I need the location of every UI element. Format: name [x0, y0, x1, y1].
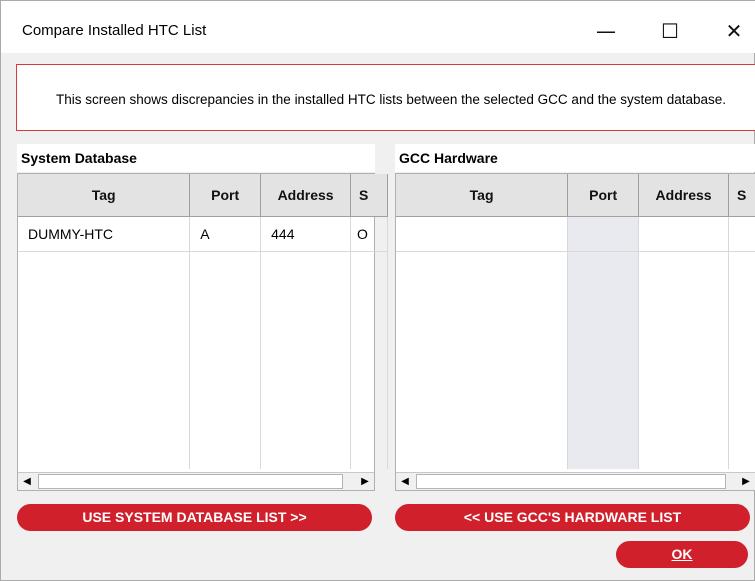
empty-area [396, 251, 755, 469]
table-row[interactable]: DUMMY-HTC A 444 O [18, 216, 388, 252]
cell-tag: DUMMY-HTC [18, 216, 191, 252]
maximize-icon[interactable]: ☐ [655, 17, 685, 45]
cell-address [638, 216, 730, 252]
scroll-left-icon[interactable]: ◀ [18, 473, 36, 490]
empty-area [18, 251, 388, 469]
info-banner: This screen shows discrepancies in the i… [16, 64, 755, 131]
cell-address: 444 [260, 216, 352, 252]
column-header-port[interactable]: Port [567, 174, 640, 217]
ok-button[interactable]: OK [616, 541, 748, 568]
scroll-right-icon[interactable]: ▶ [356, 473, 374, 490]
table-row[interactable] [396, 216, 755, 252]
cell-port [567, 216, 640, 252]
dialog-window: Compare Installed HTC List — ☐ ✕ This sc… [0, 0, 755, 581]
grid-header-row: Tag Port Address S [396, 174, 755, 217]
column-header-port[interactable]: Port [189, 174, 262, 217]
column-header-address[interactable]: Address [260, 174, 352, 217]
use-gcc-hardware-list-button[interactable]: << USE GCC'S HARDWARE LIST [395, 504, 750, 531]
scroll-thumb[interactable] [416, 474, 726, 489]
horizontal-scrollbar[interactable]: ◀ ▶ [18, 472, 374, 490]
system-database-grid[interactable]: Tag Port Address S DUMMY-HTC A 444 O ◀ ▶ [17, 173, 388, 491]
column-header-s[interactable]: S [350, 174, 388, 217]
minimize-icon[interactable]: — [591, 17, 621, 45]
scroll-right-icon[interactable]: ▶ [737, 473, 755, 490]
column-header-tag[interactable]: Tag [396, 174, 569, 217]
info-banner-text: This screen shows discrepancies in the i… [55, 92, 727, 107]
gcc-hardware-grid[interactable]: Tag Port Address S ◀ ▶ [395, 173, 755, 491]
system-database-header: System Database [17, 144, 375, 172]
column-header-address[interactable]: Address [638, 174, 730, 217]
cell-tag [396, 216, 569, 252]
column-header-tag[interactable]: Tag [18, 174, 191, 217]
use-system-database-list-button[interactable]: USE SYSTEM DATABASE LIST >> [17, 504, 372, 531]
gcc-hardware-header: GCC Hardware [395, 144, 755, 172]
horizontal-scrollbar[interactable]: ◀ ▶ [396, 472, 755, 490]
close-icon[interactable]: ✕ [719, 17, 749, 45]
scroll-thumb[interactable] [38, 474, 343, 489]
cell-s [728, 216, 755, 252]
scroll-left-icon[interactable]: ◀ [396, 473, 414, 490]
cell-port: A [189, 216, 262, 252]
title-bar: Compare Installed HTC List — ☐ ✕ [1, 1, 755, 53]
grid-header-row: Tag Port Address S [18, 174, 388, 217]
cell-s: O [350, 216, 388, 252]
window-title: Compare Installed HTC List [22, 22, 207, 39]
column-header-s[interactable]: S [728, 174, 755, 217]
